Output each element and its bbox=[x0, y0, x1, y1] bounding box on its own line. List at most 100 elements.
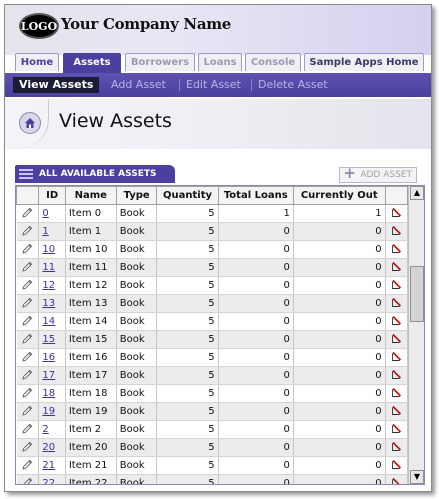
delete-icon[interactable] bbox=[391, 477, 402, 486]
delete-cell bbox=[385, 204, 409, 223]
delete-icon[interactable] bbox=[391, 297, 402, 308]
tab-loans[interactable]: Loans bbox=[198, 53, 242, 71]
asset-id-link[interactable]: 18 bbox=[42, 388, 55, 399]
asset-id-link[interactable]: 17 bbox=[42, 370, 55, 381]
pencil-icon[interactable] bbox=[22, 387, 33, 398]
pencil-icon[interactable] bbox=[22, 423, 33, 434]
asset-id-link[interactable]: 19 bbox=[42, 406, 55, 417]
table-row: 11 Item 11 Book 5 0 0 bbox=[16, 258, 409, 277]
currently-out-cell: 0 bbox=[293, 276, 386, 295]
pencil-icon[interactable] bbox=[22, 405, 33, 416]
tab-sample-apps-home[interactable]: Sample Apps Home bbox=[304, 53, 424, 71]
subnav-delete-asset[interactable]: Delete Asset bbox=[258, 77, 328, 93]
currently-out-cell: 0 bbox=[293, 366, 386, 385]
edit-cell bbox=[16, 276, 40, 295]
table-row: 15 Item 15 Book 5 0 0 bbox=[16, 330, 409, 349]
pencil-icon[interactable] bbox=[22, 261, 33, 272]
delete-icon[interactable] bbox=[391, 243, 402, 254]
total-loans-cell: 0 bbox=[218, 474, 294, 484]
tab-assets[interactable]: Assets bbox=[63, 53, 121, 73]
pencil-icon[interactable] bbox=[22, 315, 33, 326]
asset-id-link[interactable]: 13 bbox=[42, 298, 55, 309]
delete-icon[interactable] bbox=[391, 441, 402, 452]
delete-cell bbox=[385, 366, 409, 385]
delete-icon[interactable] bbox=[391, 387, 402, 398]
delete-icon[interactable] bbox=[391, 405, 402, 416]
logo: LOGO bbox=[19, 13, 59, 39]
column-header-total-loans[interactable]: Total Loans bbox=[217, 186, 294, 205]
asset-id-link[interactable]: 15 bbox=[42, 334, 55, 345]
pencil-icon[interactable] bbox=[22, 279, 33, 290]
delete-icon[interactable] bbox=[391, 261, 402, 272]
pencil-icon[interactable] bbox=[22, 297, 33, 308]
asset-id-link[interactable]: 11 bbox=[42, 262, 55, 273]
delete-icon[interactable] bbox=[391, 207, 402, 218]
column-header-name[interactable]: Name bbox=[64, 186, 117, 205]
delete-icon[interactable] bbox=[391, 333, 402, 344]
currently-out-cell: 0 bbox=[293, 312, 386, 331]
home-icon[interactable] bbox=[19, 112, 41, 134]
asset-id-link[interactable]: 21 bbox=[42, 460, 55, 471]
id-cell: 16 bbox=[38, 348, 66, 367]
pencil-icon[interactable] bbox=[22, 225, 33, 236]
column-header-id[interactable]: ID bbox=[38, 186, 66, 205]
delete-icon[interactable] bbox=[391, 459, 402, 470]
pencil-icon[interactable] bbox=[22, 441, 33, 452]
asset-id-link[interactable]: 12 bbox=[42, 280, 55, 291]
asset-id-link[interactable]: 10 bbox=[42, 244, 55, 255]
scroll-thumb[interactable] bbox=[410, 266, 424, 322]
add-asset-button[interactable]: + ADD ASSET bbox=[339, 166, 417, 183]
table-row: 12 Item 12 Book 5 0 0 bbox=[16, 276, 409, 295]
subnav-edit-asset[interactable]: Edit Asset bbox=[186, 77, 241, 93]
delete-cell bbox=[385, 474, 409, 486]
scroll-up-button[interactable]: ▲ bbox=[410, 186, 424, 200]
quantity-cell: 5 bbox=[156, 294, 219, 313]
delete-icon[interactable] bbox=[391, 423, 402, 434]
column-header-currently-out[interactable]: Currently Out bbox=[292, 186, 386, 205]
type-cell: Book bbox=[116, 438, 158, 457]
pencil-icon[interactable] bbox=[22, 243, 33, 254]
column-header-quantity[interactable]: Quantity bbox=[156, 186, 219, 205]
id-cell: 13 bbox=[38, 294, 66, 313]
main-tabs: Home Assets Borrowers Loans Console Samp… bbox=[5, 53, 431, 73]
pencil-icon[interactable] bbox=[22, 477, 33, 486]
tab-console[interactable]: Console bbox=[245, 53, 301, 71]
currently-out-cell: 1 bbox=[293, 204, 386, 223]
scroll-down-button[interactable]: ▼ bbox=[410, 470, 424, 484]
currently-out-cell: 0 bbox=[293, 330, 386, 349]
asset-id-link[interactable]: 2 bbox=[42, 424, 48, 435]
pencil-icon[interactable] bbox=[22, 351, 33, 362]
all-assets-tab[interactable]: ALL AVAILABLE ASSETS bbox=[15, 165, 175, 183]
delete-icon[interactable] bbox=[391, 279, 402, 290]
tab-home[interactable]: Home bbox=[15, 53, 59, 71]
delete-icon[interactable] bbox=[391, 351, 402, 362]
delete-icon[interactable] bbox=[391, 369, 402, 380]
pencil-icon[interactable] bbox=[22, 369, 33, 380]
app-window: LOGO Your Company Name Home Assets Borro… bbox=[4, 4, 432, 492]
vertical-scrollbar[interactable]: ▲ ▼ bbox=[408, 186, 424, 484]
pencil-icon[interactable] bbox=[22, 207, 33, 218]
subnav-view-assets[interactable]: View Assets bbox=[13, 77, 100, 93]
id-cell: 15 bbox=[38, 330, 66, 349]
column-header-edit bbox=[16, 186, 40, 205]
asset-id-link[interactable]: 22 bbox=[42, 478, 55, 484]
tab-borrowers[interactable]: Borrowers bbox=[125, 53, 195, 71]
table-row: 16 Item 16 Book 5 0 0 bbox=[16, 348, 409, 367]
id-cell: 1 bbox=[38, 222, 66, 241]
delete-cell bbox=[385, 384, 409, 403]
asset-id-link[interactable]: 16 bbox=[42, 352, 55, 363]
currently-out-cell: 0 bbox=[293, 384, 386, 403]
asset-id-link[interactable]: 0 bbox=[42, 208, 48, 219]
asset-id-link[interactable]: 20 bbox=[42, 442, 55, 453]
type-cell: Book bbox=[116, 366, 158, 385]
pencil-icon[interactable] bbox=[22, 459, 33, 470]
delete-icon[interactable] bbox=[391, 225, 402, 236]
column-header-type[interactable]: Type bbox=[115, 186, 158, 205]
subnav-add-asset[interactable]: Add Asset bbox=[111, 77, 166, 93]
list-icon bbox=[19, 169, 33, 179]
delete-icon[interactable] bbox=[391, 315, 402, 326]
asset-id-link[interactable]: 14 bbox=[42, 316, 55, 327]
pencil-icon[interactable] bbox=[22, 333, 33, 344]
name-cell: Item 11 bbox=[65, 258, 117, 277]
asset-id-link[interactable]: 1 bbox=[42, 226, 48, 237]
